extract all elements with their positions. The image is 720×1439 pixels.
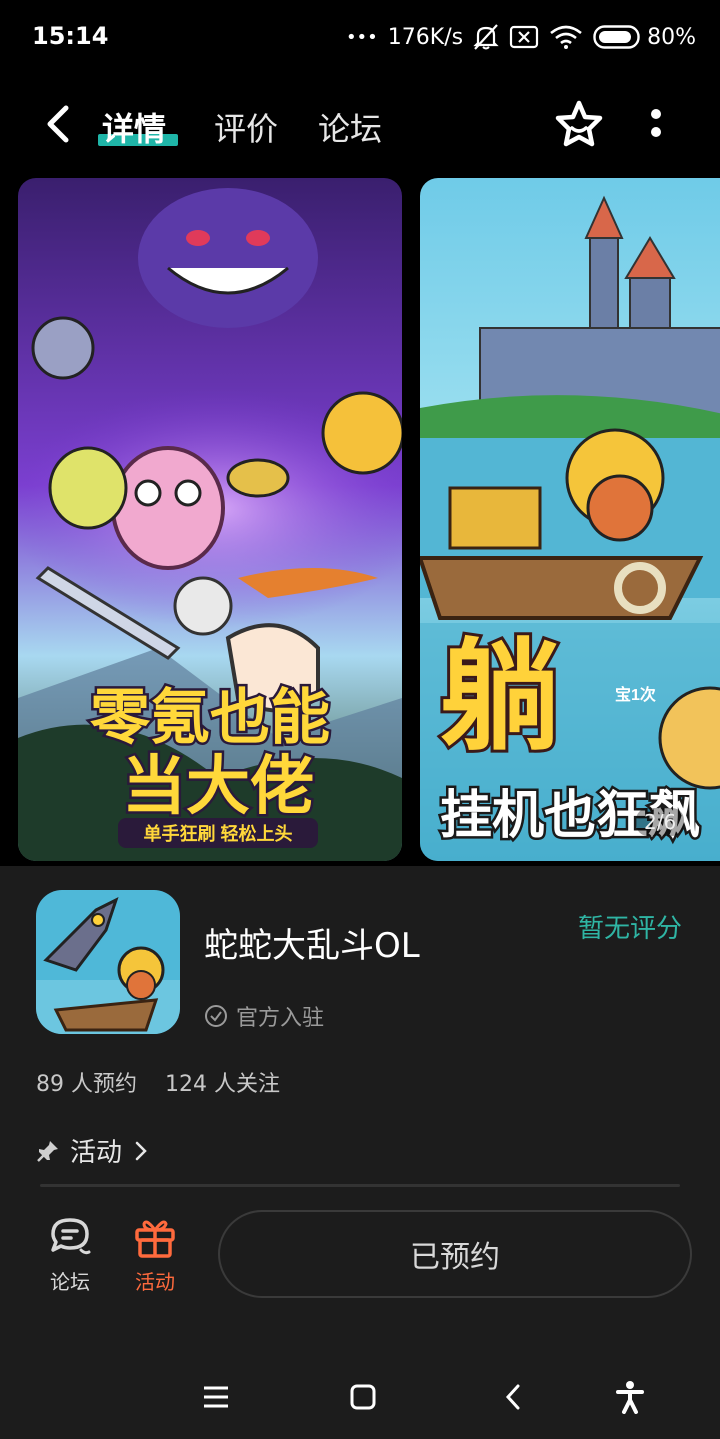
app-icon	[36, 890, 180, 1034]
app-stats: 89 人预约 124 人关注	[36, 1066, 280, 1098]
shot2-headline-big: 躺	[440, 630, 560, 764]
home-button[interactable]	[342, 1380, 382, 1414]
status-time: 15:14	[32, 22, 109, 50]
bottom-action-bar: 论坛 活动 已预约	[0, 1190, 720, 1340]
nav-back-button[interactable]	[494, 1380, 534, 1414]
status-dots: •••	[345, 26, 378, 48]
gallery-counter: 2/6	[636, 808, 685, 836]
official-badge: 官方入驻	[204, 1000, 324, 1032]
check-circle-icon	[205, 1005, 227, 1027]
reservation-count: 89 人预约	[36, 1072, 137, 1097]
battery: 80%	[593, 25, 696, 50]
back-button[interactable]	[40, 102, 80, 146]
app-detail-page: 15:14 ••• 176K/s 80% 详情 评价 论坛 零氪也能 当大佬 单…	[0, 0, 720, 1439]
sim-x-icon	[509, 25, 539, 49]
app-icon-art	[36, 890, 180, 1034]
status-bar: 15:14 ••• 176K/s 80%	[0, 0, 720, 76]
forum-label: 论坛	[50, 1270, 90, 1294]
shot1-headline-1: 零氪也能	[90, 684, 330, 751]
battery-percent: 80%	[647, 24, 696, 50]
screenshot-2[interactable]: 躺 宝1次 挂机也狂飙	[420, 178, 720, 861]
app-info-section: 蛇蛇大乱斗OL 暂无评分 官方入驻 89 人预约 124 人关注 活动	[0, 866, 720, 1187]
screenshot-2-art: 躺 宝1次 挂机也狂飙	[420, 178, 720, 861]
shot2-corner-text: 宝1次	[615, 685, 656, 704]
nav-back-icon	[505, 1384, 520, 1410]
app-name: 蛇蛇大乱斗OL	[204, 926, 420, 966]
back-arrow-icon	[47, 105, 69, 143]
rating-status[interactable]: 暂无评分	[578, 908, 682, 945]
chat-bubble-icon	[51, 1218, 91, 1255]
pin-icon	[37, 1140, 58, 1162]
gift-icon	[135, 1220, 175, 1258]
mute-bell-icon	[473, 23, 499, 51]
battery-icon	[593, 25, 640, 49]
reserved-button[interactable]: 已预约	[218, 1210, 692, 1298]
events-label: 活动	[135, 1270, 175, 1294]
detail-header: 详情 评价 论坛	[0, 76, 720, 176]
accessibility-button[interactable]	[610, 1380, 650, 1414]
more-vertical-icon	[651, 109, 661, 137]
follower-count: 124 人关注	[165, 1072, 280, 1097]
star-icon	[555, 100, 603, 147]
forum-button[interactable]: 论坛	[35, 1214, 105, 1295]
favorite-button[interactable]	[552, 98, 606, 152]
events-button[interactable]: 活动	[120, 1214, 190, 1295]
tab-detail[interactable]: 详情	[102, 104, 166, 150]
menu-icon	[204, 1386, 228, 1408]
tab-review[interactable]: 评价	[214, 104, 278, 150]
chevron-right-icon	[135, 1141, 147, 1160]
accessibility-icon	[616, 1381, 644, 1414]
official-label: 官方入驻	[236, 1006, 325, 1031]
screenshot-1[interactable]: 零氪也能 当大佬 单手狂刷 轻松上头	[18, 178, 402, 861]
menu-button[interactable]	[196, 1380, 236, 1414]
status-net-speed: 176K/s	[387, 24, 464, 50]
home-square-icon	[350, 1384, 376, 1410]
activity-label: 活动	[70, 1138, 123, 1168]
section-divider	[40, 1184, 680, 1187]
shot1-headline-2: 当大佬	[122, 750, 314, 822]
activity-link[interactable]: 活动	[36, 1132, 150, 1169]
system-nav-bar	[0, 1340, 720, 1439]
tab-forum[interactable]: 论坛	[318, 104, 382, 150]
shot1-tagline: 单手狂刷 轻松上头	[143, 823, 292, 844]
wifi-icon	[549, 24, 583, 50]
more-options-button[interactable]	[638, 102, 674, 150]
status-indicators: ••• 176K/s 80%	[346, 20, 696, 54]
screenshot-1-art: 零氪也能 当大佬 单手狂刷 轻松上头	[18, 178, 402, 861]
screenshot-gallery[interactable]: 零氪也能 当大佬 单手狂刷 轻松上头 躺 宝1次 挂机也狂飙	[0, 176, 720, 866]
